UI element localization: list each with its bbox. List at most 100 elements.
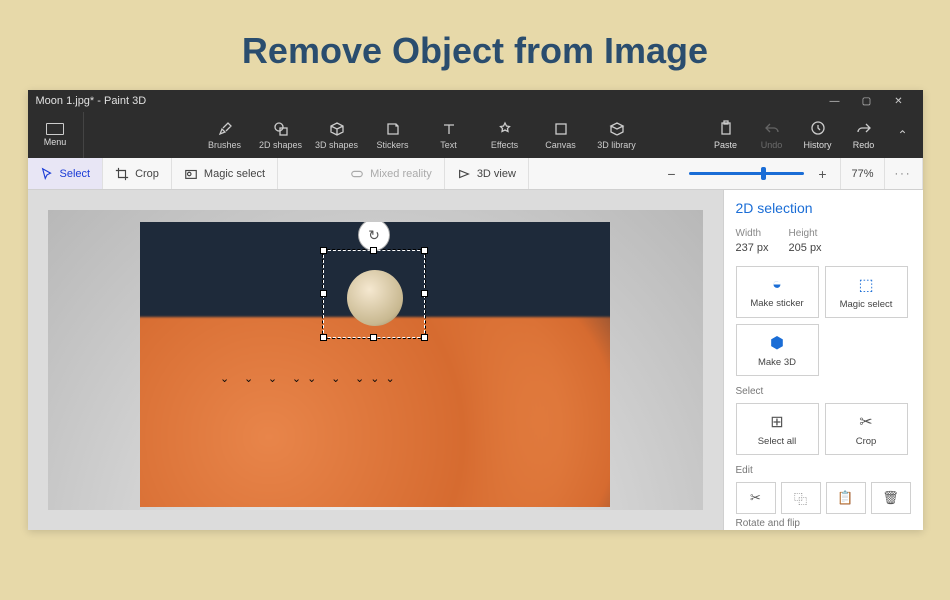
effects-icon bbox=[497, 121, 513, 137]
magic-select-icon bbox=[184, 167, 198, 181]
edit-section-label: Edit bbox=[736, 465, 911, 476]
cloud-graphic bbox=[140, 317, 610, 507]
zoom-slider[interactable] bbox=[689, 172, 804, 175]
magic-select-tool[interactable]: Magic select bbox=[172, 158, 278, 189]
undo-button[interactable]: Undo bbox=[751, 120, 793, 150]
3d-view-tool[interactable]: 3D view bbox=[445, 158, 529, 189]
zoom-percent[interactable]: 77% bbox=[840, 158, 884, 189]
tool-brushes[interactable]: Brushes bbox=[199, 117, 251, 154]
mixed-reality-label: Mixed reality bbox=[370, 168, 432, 180]
make-sticker-label: Make sticker bbox=[750, 298, 803, 309]
handle-bottom-left[interactable] bbox=[320, 334, 327, 341]
cursor-icon bbox=[40, 167, 54, 181]
secondary-toolbar: Select Crop Magic select Mixed reality 3… bbox=[28, 158, 923, 190]
paste-button[interactable]: Paste bbox=[705, 120, 747, 150]
height-value: 205 px bbox=[789, 242, 822, 254]
mixed-reality-tool[interactable]: Mixed reality bbox=[338, 158, 445, 189]
birds-graphic: ⌄ ⌄ ⌄ ⌄⌄ ⌄ ⌄⌄⌄ bbox=[220, 372, 401, 385]
magic-select-button[interactable]: ⬚ Magic select bbox=[825, 266, 908, 318]
handle-top-right[interactable] bbox=[421, 247, 428, 254]
zoom-out-button[interactable]: − bbox=[663, 166, 679, 182]
select-all-icon: ⊞ bbox=[770, 412, 783, 432]
handle-top-left[interactable] bbox=[320, 247, 327, 254]
redo-label: Redo bbox=[853, 140, 875, 150]
crop-panel-button[interactable]: ✂ Crop bbox=[825, 403, 908, 455]
side-panel: 2D selection Width 237 px Height 205 px … bbox=[723, 190, 923, 530]
handle-left[interactable] bbox=[320, 290, 327, 297]
magic-select-panel-icon: ⬚ bbox=[858, 275, 873, 295]
sticker-icon: ◒ bbox=[772, 276, 782, 294]
tool-canvas[interactable]: Canvas bbox=[535, 117, 587, 154]
more-button[interactable]: ··· bbox=[885, 158, 923, 189]
history-label: History bbox=[803, 140, 831, 150]
selection-box[interactable]: ↻ bbox=[323, 250, 425, 338]
main-area: ⌄ ⌄ ⌄ ⌄⌄ ⌄ ⌄⌄⌄ ↻ 2D selection bbox=[28, 190, 923, 530]
magic-select-label: Magic select bbox=[204, 168, 265, 180]
photo-canvas[interactable]: ⌄ ⌄ ⌄ ⌄⌄ ⌄ ⌄⌄⌄ ↻ bbox=[140, 222, 610, 507]
canvas-icon bbox=[553, 121, 569, 137]
text-icon bbox=[441, 121, 457, 137]
tool-3d-shapes[interactable]: 3D shapes bbox=[311, 117, 363, 154]
undo-icon bbox=[764, 120, 780, 138]
3d-library-icon bbox=[609, 121, 625, 137]
width-value: 237 px bbox=[736, 242, 769, 254]
paint3d-window: Moon 1.jpg* - Paint 3D — ▢ ✕ Menu Brushe… bbox=[28, 90, 923, 530]
make-3d-label: Make 3D bbox=[758, 357, 796, 368]
3d-view-icon bbox=[457, 167, 471, 181]
mixed-reality-icon bbox=[350, 167, 364, 181]
magic-select-panel-label: Magic select bbox=[840, 299, 893, 310]
crop-tool[interactable]: Crop bbox=[103, 158, 172, 189]
select-tool[interactable]: Select bbox=[28, 158, 104, 189]
tool-2d-shapes[interactable]: 2D shapes bbox=[255, 117, 307, 154]
tool-3d-library[interactable]: 3D library bbox=[591, 117, 643, 154]
select-all-label: Select all bbox=[758, 436, 797, 447]
minimize-button[interactable]: — bbox=[819, 96, 851, 107]
copy-button[interactable]: ⿻ bbox=[781, 482, 821, 514]
tool-label: Stickers bbox=[376, 140, 408, 150]
select-all-button[interactable]: ⊞ Select all bbox=[736, 403, 819, 455]
handle-bottom[interactable] bbox=[370, 334, 377, 341]
close-button[interactable]: ✕ bbox=[883, 96, 915, 107]
canvas-area[interactable]: ⌄ ⌄ ⌄ ⌄⌄ ⌄ ⌄⌄⌄ ↻ bbox=[28, 190, 723, 530]
make-3d-button[interactable]: ⬢ Make 3D bbox=[736, 324, 819, 376]
tool-label: Canvas bbox=[545, 140, 576, 150]
tool-label: Text bbox=[440, 140, 457, 150]
history-button[interactable]: History bbox=[797, 120, 839, 150]
tool-text[interactable]: Text bbox=[423, 117, 475, 154]
paste-panel-button[interactable]: 📋 bbox=[826, 482, 866, 514]
3d-shapes-icon bbox=[329, 121, 345, 137]
menu-icon bbox=[46, 123, 64, 135]
maximize-button[interactable]: ▢ bbox=[851, 96, 883, 107]
redo-button[interactable]: Redo bbox=[843, 120, 885, 150]
crop-panel-label: Crop bbox=[856, 436, 877, 447]
history-icon bbox=[810, 120, 826, 138]
delete-button[interactable]: 🗑 bbox=[871, 482, 911, 514]
menu-label: Menu bbox=[44, 137, 67, 147]
tool-stickers[interactable]: Stickers bbox=[367, 117, 419, 154]
menu-button[interactable]: Menu bbox=[28, 112, 84, 158]
width-label: Width bbox=[736, 228, 769, 239]
tool-label: Brushes bbox=[208, 140, 241, 150]
tool-label: 3D shapes bbox=[315, 140, 358, 150]
zoom-in-button[interactable]: + bbox=[814, 166, 830, 182]
tool-effects[interactable]: Effects bbox=[479, 117, 531, 154]
handle-top[interactable] bbox=[370, 247, 377, 254]
tool-label: 2D shapes bbox=[259, 140, 302, 150]
tool-label: Effects bbox=[491, 140, 518, 150]
stickers-icon bbox=[385, 121, 401, 137]
undo-label: Undo bbox=[761, 140, 783, 150]
3d-view-label: 3D view bbox=[477, 168, 516, 180]
make-sticker-button[interactable]: ◒ Make sticker bbox=[736, 266, 819, 318]
cube-icon: ⬢ bbox=[770, 333, 784, 353]
titlebar: Moon 1.jpg* - Paint 3D — ▢ ✕ bbox=[28, 90, 923, 112]
crop-label: Crop bbox=[135, 168, 159, 180]
handle-bottom-right[interactable] bbox=[421, 334, 428, 341]
cut-button[interactable]: ✂ bbox=[736, 482, 776, 514]
panel-title: 2D selection bbox=[736, 200, 911, 216]
handle-right[interactable] bbox=[421, 290, 428, 297]
select-label: Select bbox=[60, 168, 91, 180]
expand-chevron-icon[interactable]: ⌃ bbox=[889, 128, 917, 142]
top-toolbar: Menu Brushes 2D shapes 3D shapes Sticker… bbox=[28, 112, 923, 158]
tool-label: 3D library bbox=[597, 140, 636, 150]
redo-icon bbox=[856, 120, 872, 138]
